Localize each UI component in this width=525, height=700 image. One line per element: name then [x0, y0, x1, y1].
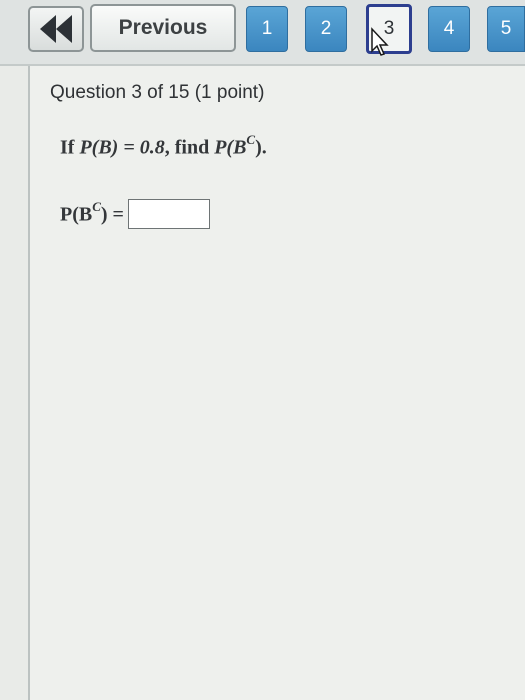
answer-label: P(BC) =	[60, 199, 124, 227]
prompt-target-sup: C	[246, 132, 256, 147]
back-button[interactable]	[28, 6, 84, 52]
answer-label-base: P(B	[60, 203, 93, 226]
previous-button[interactable]: Previous	[90, 4, 236, 52]
question-panel: Question 3 of 15 (1 point) If P(B) = 0.8…	[28, 66, 525, 700]
answer-label-sup: C	[92, 199, 101, 215]
question-prompt: If P(B) = 0.8, find P(BC).	[60, 132, 267, 160]
prompt-end: ).	[255, 136, 267, 159]
answer-label-end: ) =	[100, 203, 124, 226]
prompt-prefix: If	[60, 136, 80, 159]
mouse-pointer-icon	[371, 27, 389, 56]
answer-row: P(BC) =	[60, 199, 210, 229]
prompt-mid: , find	[164, 136, 215, 159]
question-header: Question 3 of 15 (1 point)	[50, 82, 265, 103]
question-nav-bar: Previous 1 2 3 4 5	[0, 0, 525, 66]
page-button-4[interactable]: 4	[428, 6, 470, 52]
page-button-2[interactable]: 2	[305, 6, 347, 52]
answer-input[interactable]	[127, 199, 210, 229]
page-button-5[interactable]: 5	[487, 6, 525, 52]
prompt-given: P(B) = 0.8	[79, 136, 165, 159]
double-left-arrow-icon	[40, 15, 72, 43]
prompt-target-base: P(B	[214, 136, 247, 159]
page-button-1[interactable]: 1	[246, 6, 288, 52]
